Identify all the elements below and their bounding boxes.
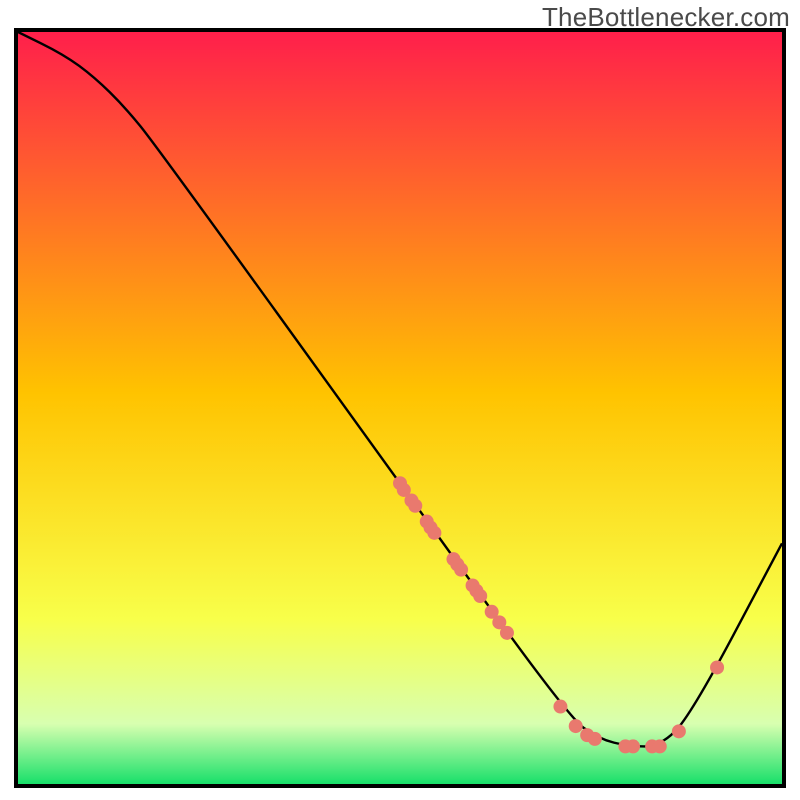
gpu-point: [653, 739, 667, 753]
gpu-point: [500, 626, 514, 640]
plot-area: [14, 28, 786, 788]
gpu-points-group: [393, 476, 724, 753]
gpu-point: [588, 732, 602, 746]
gpu-point: [672, 724, 686, 738]
watermark-text: TheBottlenecker.com: [542, 2, 790, 33]
gpu-point: [454, 563, 468, 577]
gpu-point: [710, 660, 724, 674]
gpu-point: [626, 739, 640, 753]
gpu-point: [473, 589, 487, 603]
chart-frame: TheBottlenecker.com: [0, 0, 800, 800]
gpu-point: [427, 526, 441, 540]
chart-foreground: [18, 32, 782, 784]
gpu-point: [569, 719, 583, 733]
bottleneck-curve: [18, 32, 782, 746]
gpu-point: [408, 499, 422, 513]
gpu-point: [553, 700, 567, 714]
